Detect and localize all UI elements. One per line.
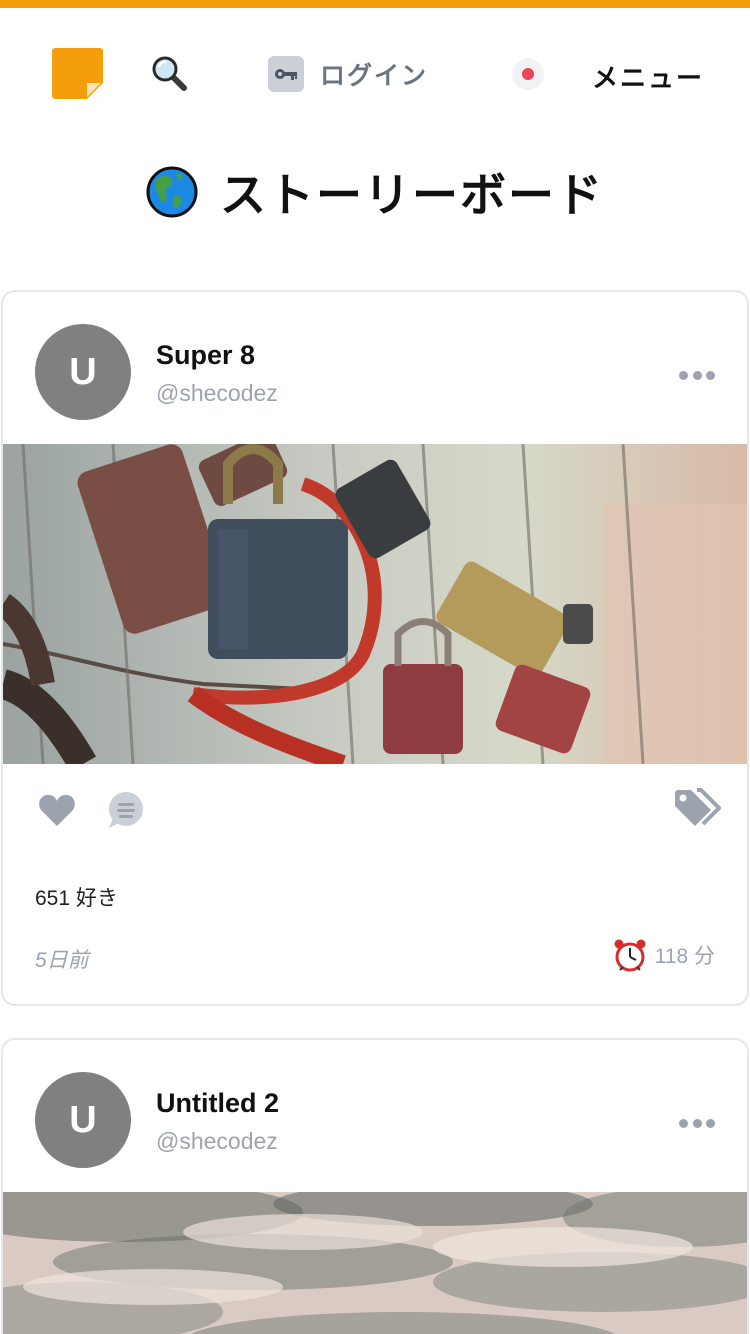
avatar[interactable]: U — [35, 324, 131, 420]
post-image-padlocks[interactable] — [3, 444, 747, 764]
page-title: ストーリーボード — [220, 169, 604, 221]
heart-icon — [39, 794, 75, 826]
top-accent-bar — [0, 0, 750, 8]
post-title[interactable]: Super 8 — [156, 340, 255, 371]
key-icon — [268, 56, 304, 92]
status-dot-button[interactable] — [512, 58, 544, 90]
search-button[interactable] — [150, 54, 190, 94]
comment-button[interactable] — [105, 790, 145, 830]
tags-icon — [675, 788, 721, 826]
page-header: ストーリーボード — [0, 160, 750, 224]
post-image-misty-forest[interactable] — [3, 1192, 747, 1334]
red-dot-icon — [522, 68, 534, 80]
magnifier-icon — [152, 56, 187, 91]
dot-icon — [706, 370, 715, 380]
post-author-handle[interactable]: @shecodez — [156, 1128, 278, 1155]
post-author-handle[interactable]: @shecodez — [156, 380, 278, 407]
login-label: ログイン — [320, 62, 429, 90]
menu-button[interactable]: メニュー — [592, 58, 704, 95]
duration-label: 118 分 — [654, 945, 715, 968]
post-duration: 118 分 — [613, 938, 715, 972]
likes-count: 651 好き — [35, 887, 118, 910]
dot-icon — [679, 1118, 688, 1128]
post-title[interactable]: Untitled 2 — [156, 1088, 279, 1119]
dot-icon — [692, 370, 702, 380]
dot-icon — [679, 370, 688, 380]
speech-bubble-icon — [109, 792, 143, 828]
post-card: U Super 8 @shecodez 651 好き 5日前 118 分 — [1, 290, 749, 1006]
logo-sticky-note-icon[interactable] — [52, 48, 103, 99]
more-options-button[interactable] — [679, 368, 715, 382]
login-button[interactable]: ログイン — [268, 54, 428, 94]
top-navigation: ログイン メニュー — [0, 8, 750, 136]
dot-icon — [692, 1118, 702, 1128]
globe-americas-icon — [146, 166, 198, 218]
post-actions — [3, 782, 747, 842]
post-card: U Untitled 2 @shecodez — [1, 1038, 749, 1334]
dot-icon — [706, 1118, 715, 1128]
more-options-button[interactable] — [679, 1116, 715, 1130]
alarm-clock-icon — [614, 939, 646, 972]
tags-button[interactable] — [673, 788, 721, 832]
post-time-ago: 5日前 — [35, 949, 89, 972]
like-button[interactable] — [37, 790, 77, 830]
avatar[interactable]: U — [35, 1072, 131, 1168]
